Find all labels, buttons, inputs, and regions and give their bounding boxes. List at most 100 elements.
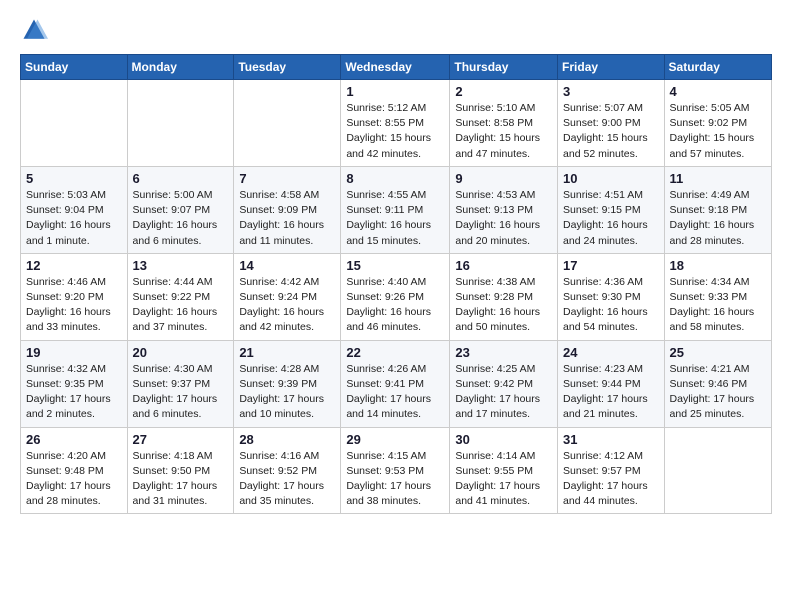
- day-info: Sunrise: 4:14 AM Sunset: 9:55 PM Dayligh…: [455, 449, 552, 510]
- day-number: 3: [563, 84, 659, 99]
- day-cell: 13 Sunrise: 4:44 AM Sunset: 9:22 PM Dayli…: [127, 253, 234, 340]
- week-row-1: 1 Sunrise: 5:12 AM Sunset: 8:55 PM Daylig…: [21, 80, 772, 167]
- day-number: 16: [455, 258, 552, 273]
- day-number: 5: [26, 171, 122, 186]
- calendar-header: SundayMondayTuesdayWednesdayThursdayFrid…: [21, 55, 772, 80]
- day-number: 26: [26, 432, 122, 447]
- day-cell: 25 Sunrise: 4:21 AM Sunset: 9:46 PM Dayli…: [664, 340, 771, 427]
- day-info: Sunrise: 4:53 AM Sunset: 9:13 PM Dayligh…: [455, 188, 552, 249]
- day-number: 2: [455, 84, 552, 99]
- day-cell: 9 Sunrise: 4:53 AM Sunset: 9:13 PM Daylig…: [450, 166, 558, 253]
- day-number: 1: [346, 84, 444, 99]
- day-number: 12: [26, 258, 122, 273]
- day-info: Sunrise: 4:28 AM Sunset: 9:39 PM Dayligh…: [239, 362, 335, 423]
- day-cell: 31Sunrise: 4:12 AM Sunset: 9:57 PM Dayli…: [558, 427, 665, 514]
- day-cell: 19Sunrise: 4:32 AM Sunset: 9:35 PM Dayli…: [21, 340, 128, 427]
- day-number: 14: [239, 258, 335, 273]
- day-info: Sunrise: 5:03 AM Sunset: 9:04 PM Dayligh…: [26, 188, 122, 249]
- day-info: Sunrise: 4:36 AM Sunset: 9:30 PM Dayligh…: [563, 275, 659, 336]
- day-number: 13: [133, 258, 229, 273]
- day-info: Sunrise: 4:40 AM Sunset: 9:26 PM Dayligh…: [346, 275, 444, 336]
- day-cell: [21, 80, 128, 167]
- day-number: 9: [455, 171, 552, 186]
- day-cell: 7 Sunrise: 4:58 AM Sunset: 9:09 PM Daylig…: [234, 166, 341, 253]
- day-info: Sunrise: 4:51 AM Sunset: 9:15 PM Dayligh…: [563, 188, 659, 249]
- day-cell: 14 Sunrise: 4:42 AM Sunset: 9:24 PM Dayli…: [234, 253, 341, 340]
- day-cell: 24Sunrise: 4:23 AM Sunset: 9:44 PM Dayli…: [558, 340, 665, 427]
- day-number: 21: [239, 345, 335, 360]
- day-cell: 8 Sunrise: 4:55 AM Sunset: 9:11 PM Daylig…: [341, 166, 450, 253]
- day-info: Sunrise: 5:12 AM Sunset: 8:55 PM Dayligh…: [346, 101, 444, 162]
- day-info: Sunrise: 4:44 AM Sunset: 9:22 PM Dayligh…: [133, 275, 229, 336]
- calendar-body: 1 Sunrise: 5:12 AM Sunset: 8:55 PM Daylig…: [21, 80, 772, 514]
- day-header-monday: Monday: [127, 55, 234, 80]
- day-info: Sunrise: 4:16 AM Sunset: 9:52 PM Dayligh…: [239, 449, 335, 510]
- header: [20, 16, 772, 44]
- day-cell: [664, 427, 771, 514]
- day-info: Sunrise: 5:07 AM Sunset: 9:00 PM Dayligh…: [563, 101, 659, 162]
- day-cell: 30 Sunrise: 4:14 AM Sunset: 9:55 PM Dayli…: [450, 427, 558, 514]
- day-info: Sunrise: 4:55 AM Sunset: 9:11 PM Dayligh…: [346, 188, 444, 249]
- day-number: 15: [346, 258, 444, 273]
- day-cell: [234, 80, 341, 167]
- day-cell: 1 Sunrise: 5:12 AM Sunset: 8:55 PM Daylig…: [341, 80, 450, 167]
- day-header-saturday: Saturday: [664, 55, 771, 80]
- day-cell: 10 Sunrise: 4:51 AM Sunset: 9:15 PM Dayli…: [558, 166, 665, 253]
- header-row: SundayMondayTuesdayWednesdayThursdayFrid…: [21, 55, 772, 80]
- day-cell: 11Sunrise: 4:49 AM Sunset: 9:18 PM Dayli…: [664, 166, 771, 253]
- page: SundayMondayTuesdayWednesdayThursdayFrid…: [0, 0, 792, 526]
- day-info: Sunrise: 5:00 AM Sunset: 9:07 PM Dayligh…: [133, 188, 229, 249]
- day-info: Sunrise: 4:23 AM Sunset: 9:44 PM Dayligh…: [563, 362, 659, 423]
- day-cell: 28 Sunrise: 4:16 AM Sunset: 9:52 PM Dayli…: [234, 427, 341, 514]
- day-info: Sunrise: 4:34 AM Sunset: 9:33 PM Dayligh…: [670, 275, 766, 336]
- day-number: 8: [346, 171, 444, 186]
- day-info: Sunrise: 4:38 AM Sunset: 9:28 PM Dayligh…: [455, 275, 552, 336]
- day-info: Sunrise: 4:21 AM Sunset: 9:46 PM Dayligh…: [670, 362, 766, 423]
- day-cell: 22 Sunrise: 4:26 AM Sunset: 9:41 PM Dayli…: [341, 340, 450, 427]
- day-header-thursday: Thursday: [450, 55, 558, 80]
- logo: [20, 16, 52, 44]
- logo-icon: [20, 16, 48, 44]
- day-number: 6: [133, 171, 229, 186]
- day-info: Sunrise: 4:32 AM Sunset: 9:35 PM Dayligh…: [26, 362, 122, 423]
- day-cell: 17 Sunrise: 4:36 AM Sunset: 9:30 PM Dayli…: [558, 253, 665, 340]
- day-number: 30: [455, 432, 552, 447]
- day-cell: 5 Sunrise: 5:03 AM Sunset: 9:04 PM Daylig…: [21, 166, 128, 253]
- week-row-4: 19Sunrise: 4:32 AM Sunset: 9:35 PM Dayli…: [21, 340, 772, 427]
- day-number: 27: [133, 432, 229, 447]
- day-cell: 4Sunrise: 5:05 AM Sunset: 9:02 PM Daylig…: [664, 80, 771, 167]
- day-number: 20: [133, 345, 229, 360]
- day-number: 23: [455, 345, 552, 360]
- day-info: Sunrise: 4:26 AM Sunset: 9:41 PM Dayligh…: [346, 362, 444, 423]
- day-cell: 18Sunrise: 4:34 AM Sunset: 9:33 PM Dayli…: [664, 253, 771, 340]
- day-number: 29: [346, 432, 444, 447]
- day-number: 10: [563, 171, 659, 186]
- day-info: Sunrise: 4:58 AM Sunset: 9:09 PM Dayligh…: [239, 188, 335, 249]
- day-info: Sunrise: 4:12 AM Sunset: 9:57 PM Dayligh…: [563, 449, 659, 510]
- day-number: 17: [563, 258, 659, 273]
- calendar: SundayMondayTuesdayWednesdayThursdayFrid…: [20, 54, 772, 514]
- day-info: Sunrise: 4:25 AM Sunset: 9:42 PM Dayligh…: [455, 362, 552, 423]
- day-number: 7: [239, 171, 335, 186]
- day-header-sunday: Sunday: [21, 55, 128, 80]
- day-cell: 23 Sunrise: 4:25 AM Sunset: 9:42 PM Dayli…: [450, 340, 558, 427]
- day-number: 22: [346, 345, 444, 360]
- day-cell: 16 Sunrise: 4:38 AM Sunset: 9:28 PM Dayli…: [450, 253, 558, 340]
- day-number: 28: [239, 432, 335, 447]
- day-info: Sunrise: 4:30 AM Sunset: 9:37 PM Dayligh…: [133, 362, 229, 423]
- day-cell: 29 Sunrise: 4:15 AM Sunset: 9:53 PM Dayli…: [341, 427, 450, 514]
- day-number: 25: [670, 345, 766, 360]
- day-info: Sunrise: 4:46 AM Sunset: 9:20 PM Dayligh…: [26, 275, 122, 336]
- week-row-2: 5 Sunrise: 5:03 AM Sunset: 9:04 PM Daylig…: [21, 166, 772, 253]
- day-cell: 27 Sunrise: 4:18 AM Sunset: 9:50 PM Dayli…: [127, 427, 234, 514]
- day-header-tuesday: Tuesday: [234, 55, 341, 80]
- day-info: Sunrise: 5:05 AM Sunset: 9:02 PM Dayligh…: [670, 101, 766, 162]
- day-info: Sunrise: 4:18 AM Sunset: 9:50 PM Dayligh…: [133, 449, 229, 510]
- day-info: Sunrise: 4:42 AM Sunset: 9:24 PM Dayligh…: [239, 275, 335, 336]
- day-cell: 26Sunrise: 4:20 AM Sunset: 9:48 PM Dayli…: [21, 427, 128, 514]
- day-cell: 6 Sunrise: 5:00 AM Sunset: 9:07 PM Daylig…: [127, 166, 234, 253]
- day-info: Sunrise: 4:15 AM Sunset: 9:53 PM Dayligh…: [346, 449, 444, 510]
- day-cell: 15 Sunrise: 4:40 AM Sunset: 9:26 PM Dayli…: [341, 253, 450, 340]
- day-cell: 2Sunrise: 5:10 AM Sunset: 8:58 PM Daylig…: [450, 80, 558, 167]
- day-info: Sunrise: 4:49 AM Sunset: 9:18 PM Dayligh…: [670, 188, 766, 249]
